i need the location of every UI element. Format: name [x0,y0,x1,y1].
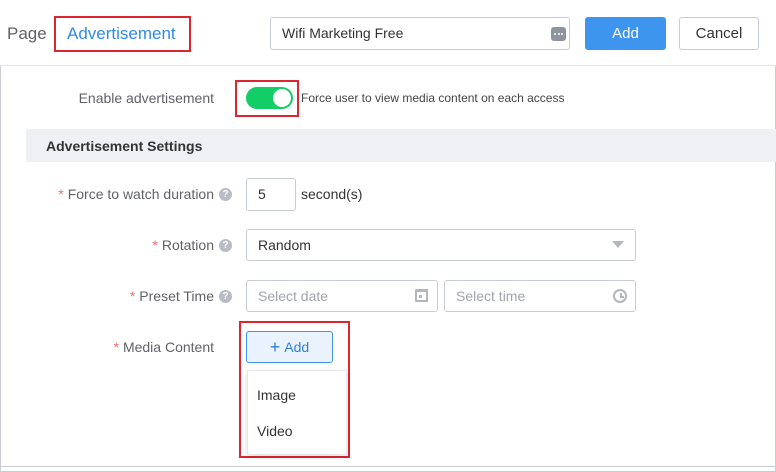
duration-input[interactable]: 5 [246,178,296,211]
dropdown-item-video[interactable]: Video [257,423,293,439]
plus-icon: + [269,337,281,357]
rotation-select[interactable]: Random [246,229,636,261]
help-icon[interactable]: ? [219,239,232,252]
help-icon[interactable]: ? [219,188,232,201]
tab-advertisement[interactable]: Advertisement [67,24,176,44]
rotation-label: * Rotation [152,237,214,253]
caret-down-icon [612,241,624,248]
dropdown-item-image[interactable]: Image [257,387,296,403]
date-input[interactable]: Select date [246,280,438,312]
time-input[interactable]: Select time [444,280,636,312]
more-dots-icon[interactable] [551,27,566,41]
duration-label: * Force to watch duration [58,186,214,202]
add-button[interactable]: Add [585,17,666,50]
preset-time-label: * Preset Time [129,288,214,304]
media-add-button[interactable]: + Add [246,331,333,363]
clock-icon [613,289,627,303]
media-content-label: * Media Content [113,339,214,355]
page-label: Page [7,24,47,43]
toggle-knob [273,89,291,107]
toggle-description: Force user to view media content on each… [301,91,565,105]
bottom-border [0,466,776,467]
enable-advertisement-label: Enable advertisement [78,90,214,106]
portal-name-input[interactable]: Wifi Marketing Free [270,17,570,50]
section-title: Advertisement Settings [46,138,203,154]
help-icon[interactable]: ? [219,290,232,303]
media-dropdown [247,370,347,455]
header-divider [0,65,776,66]
cancel-button[interactable]: Cancel [679,17,759,50]
calendar-icon [415,289,428,302]
duration-unit: second(s) [301,186,363,202]
